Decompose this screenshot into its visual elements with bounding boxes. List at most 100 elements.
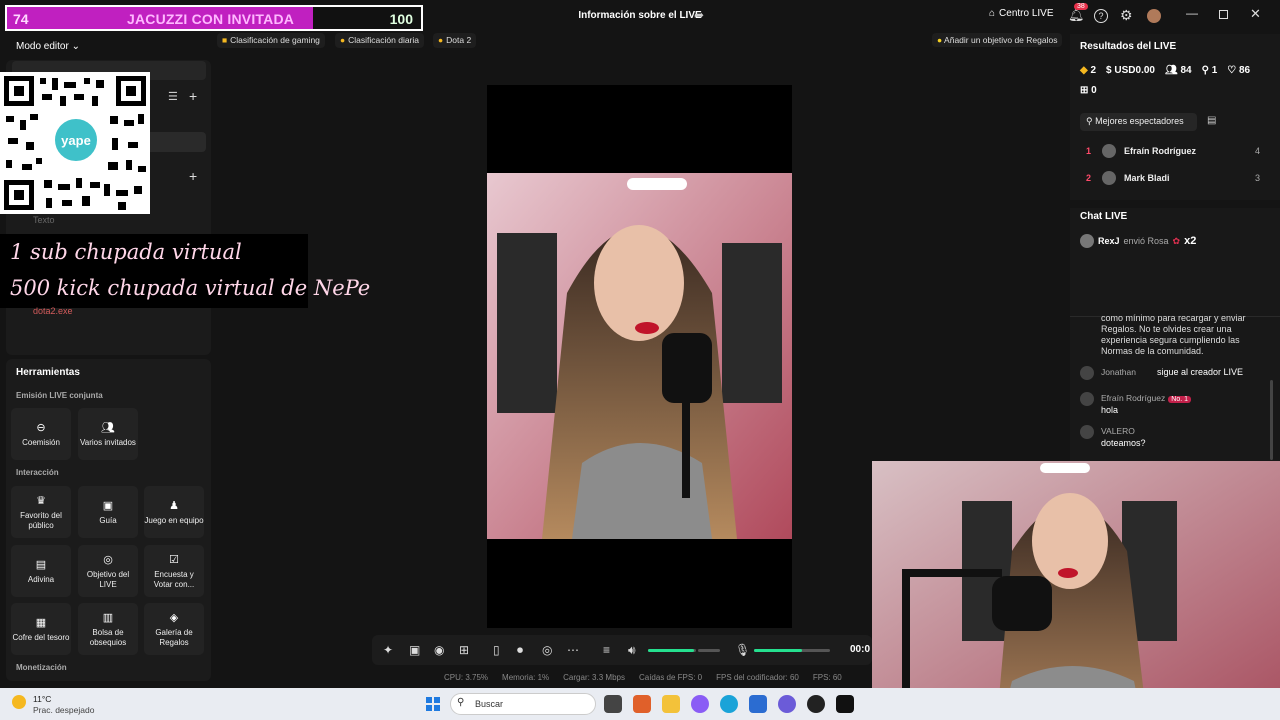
tool-juego-equipo[interactable]: ♟ Juego en equipo (144, 486, 204, 538)
gear-icon[interactable]: ⚙ (1120, 7, 1133, 24)
team-icon: ♟ (169, 499, 179, 512)
link-icon: ⊖ (36, 421, 46, 434)
chip-game-category[interactable]: ● Dota 2 (433, 33, 477, 48)
avatar (1080, 366, 1094, 380)
mic-volume-slider[interactable] (754, 649, 830, 652)
help-icon[interactable]: ? (1094, 9, 1108, 23)
text-source-label[interactable]: Texto (33, 215, 55, 225)
microphone-icon[interactable]: 🎙︎ (735, 643, 750, 657)
chip-gaming-ranking[interactable]: ■ Clasificación de gaming (217, 33, 325, 48)
copilot-icon[interactable] (691, 695, 709, 713)
speaker-icon[interactable]: 🔊︎ (628, 643, 636, 658)
yape-logo: yape (52, 116, 100, 164)
magic-icon[interactable]: ✦ (383, 643, 393, 657)
webcam-overlay (872, 461, 1280, 720)
tool-varios-invitados[interactable]: 👥︎ Varios invitados (78, 408, 138, 460)
live-metrics: ◆ 2 $ USD0.00 👥︎ 84 ⚲ 1 ♡ 86 (1080, 65, 1250, 76)
phone-icon[interactable]: ▯ (493, 643, 500, 657)
book-icon: ▣ (102, 499, 114, 512)
avatar (1102, 171, 1116, 185)
favorite-icon: ♛ (36, 494, 46, 507)
add-media-icon[interactable]: ⊞ (459, 643, 469, 657)
close-icon[interactable]: ✕ (1250, 6, 1261, 22)
edge-icon[interactable] (720, 695, 738, 713)
chat-message[interactable]: Jonathan sigue al creador LIVE (1080, 366, 1270, 382)
weather-temp[interactable]: 11°C (33, 694, 51, 704)
heart-icon: ♡ (1227, 65, 1237, 76)
chat-notice: como mínimo para recargar y enviar Regal… (1101, 313, 1246, 356)
best-viewers-button[interactable]: ⚲ Mejores espectadores (1080, 113, 1197, 131)
stat-cpu: CPU: 3.75% (444, 673, 489, 682)
store-icon[interactable] (749, 695, 767, 713)
camera-icon[interactable]: ◎ (542, 643, 552, 657)
tool-cofre[interactable]: ▦ Cofre del tesoro (11, 603, 71, 655)
medal-icon: ● (340, 35, 346, 45)
rose-icon: ✿ (1172, 235, 1181, 246)
tool-favorito[interactable]: ♛ Favorito del público (11, 486, 71, 538)
gallery-icon: ◈ (169, 611, 179, 624)
add-gift-goal-button[interactable]: ● Añadir un objetivo de Regalos (932, 33, 1063, 47)
stat-upload: Cargar: 3.3 Mbps (563, 673, 625, 682)
obs-icon[interactable] (807, 695, 825, 713)
editor-mode-dropdown[interactable]: Modo editor ⌄ (16, 41, 80, 52)
tools-title: Herramientas (16, 367, 80, 378)
add-scene-icon[interactable]: + (189, 88, 197, 104)
file-explorer-icon[interactable] (662, 695, 680, 713)
discord-icon[interactable] (778, 695, 796, 713)
tool-adivina[interactable]: ▤ Adivina (11, 545, 71, 597)
top-viewer-row[interactable]: 1 Efraín Rodríguez 4 (1086, 143, 1264, 163)
filter-icon[interactable]: ◉ (434, 643, 444, 657)
tool-guia[interactable]: ▣ Guía (78, 486, 138, 538)
section-colive: Emisión LIVE conjunta (16, 391, 103, 400)
chat-message[interactable]: VALERO doteamos? (1080, 425, 1270, 453)
chat-title: Chat LIVE (1080, 211, 1128, 222)
coin-icon: $ (1106, 65, 1112, 76)
tool-objetivo[interactable]: ◎ Objetivo del LIVE (78, 545, 138, 597)
minimize-icon[interactable]: — (1186, 6, 1198, 20)
speaker-volume-slider[interactable] (648, 649, 696, 652)
speaker-volume-fill (648, 649, 694, 652)
target-icon: ◎ (103, 553, 113, 566)
lightbulb-icon: ● (937, 35, 943, 45)
more-icon[interactable]: ⋯ (567, 643, 579, 657)
diamonds-metric: ◆ 2 (1080, 65, 1097, 76)
avatar[interactable] (1147, 9, 1161, 23)
tool-galeria[interactable]: ◈ Galería de Regalos (144, 603, 204, 655)
usd-metric: $ USD0.00 (1106, 65, 1155, 76)
notification-badge: 38 (1074, 3, 1088, 10)
overlay-line-2: 500 kick chupada virtual de NePe (10, 276, 371, 300)
task-view-icon[interactable] (604, 695, 622, 713)
centro-live-button[interactable]: ⌂ Centro LIVE (989, 8, 1054, 19)
avatar (1080, 425, 1094, 439)
screen-capture-icon[interactable]: ▣ (409, 643, 420, 657)
chip-daily-ranking[interactable]: ● Clasificación diaria (335, 33, 425, 48)
share-icon[interactable]: ➦ (694, 8, 704, 22)
diamond-icon: ◆ (1080, 65, 1088, 76)
game-source-item[interactable]: dota2.exe (33, 306, 73, 316)
settings-sliders-icon[interactable]: ≡ (603, 643, 610, 657)
top-viewer-row[interactable]: 2 Mark Bladi 3 (1086, 170, 1264, 190)
record-icon[interactable]: ⏺ (517, 643, 523, 658)
webcam-preview[interactable] (487, 173, 792, 539)
chat-scrollbar[interactable] (1270, 380, 1273, 460)
list-icon[interactable]: ☰ (168, 90, 178, 103)
tool-coemision[interactable]: ⊖ Coemisión (11, 408, 71, 460)
weather-icon[interactable] (12, 695, 26, 709)
brave-browser-icon[interactable] (633, 695, 651, 713)
qr-code-image: yape (0, 72, 150, 214)
tool-encuesta[interactable]: ☑ Encuesta y Votar con... (144, 545, 204, 597)
windows-start-icon[interactable] (426, 697, 440, 711)
weather-desc[interactable]: Prac. despejado (33, 705, 94, 715)
game-icon: ● (438, 35, 444, 45)
maximize-icon[interactable] (1219, 10, 1228, 19)
tool-bolsa[interactable]: ▥ Bolsa de obsequios (78, 603, 138, 655)
expand-list-icon[interactable]: ▤ (1207, 115, 1216, 126)
tiktok-icon[interactable] (836, 695, 854, 713)
section-monetization: Monetización (16, 663, 67, 672)
qr-finder (4, 180, 34, 210)
goal-target: 100 (389, 11, 413, 27)
gift-icon: ⊞ (1080, 85, 1089, 96)
add-source-icon[interactable]: + (189, 168, 197, 184)
chat-message[interactable]: Efraín Rodríguez No. 1 hola (1080, 392, 1270, 420)
taskbar-search[interactable]: Buscar (450, 693, 596, 715)
